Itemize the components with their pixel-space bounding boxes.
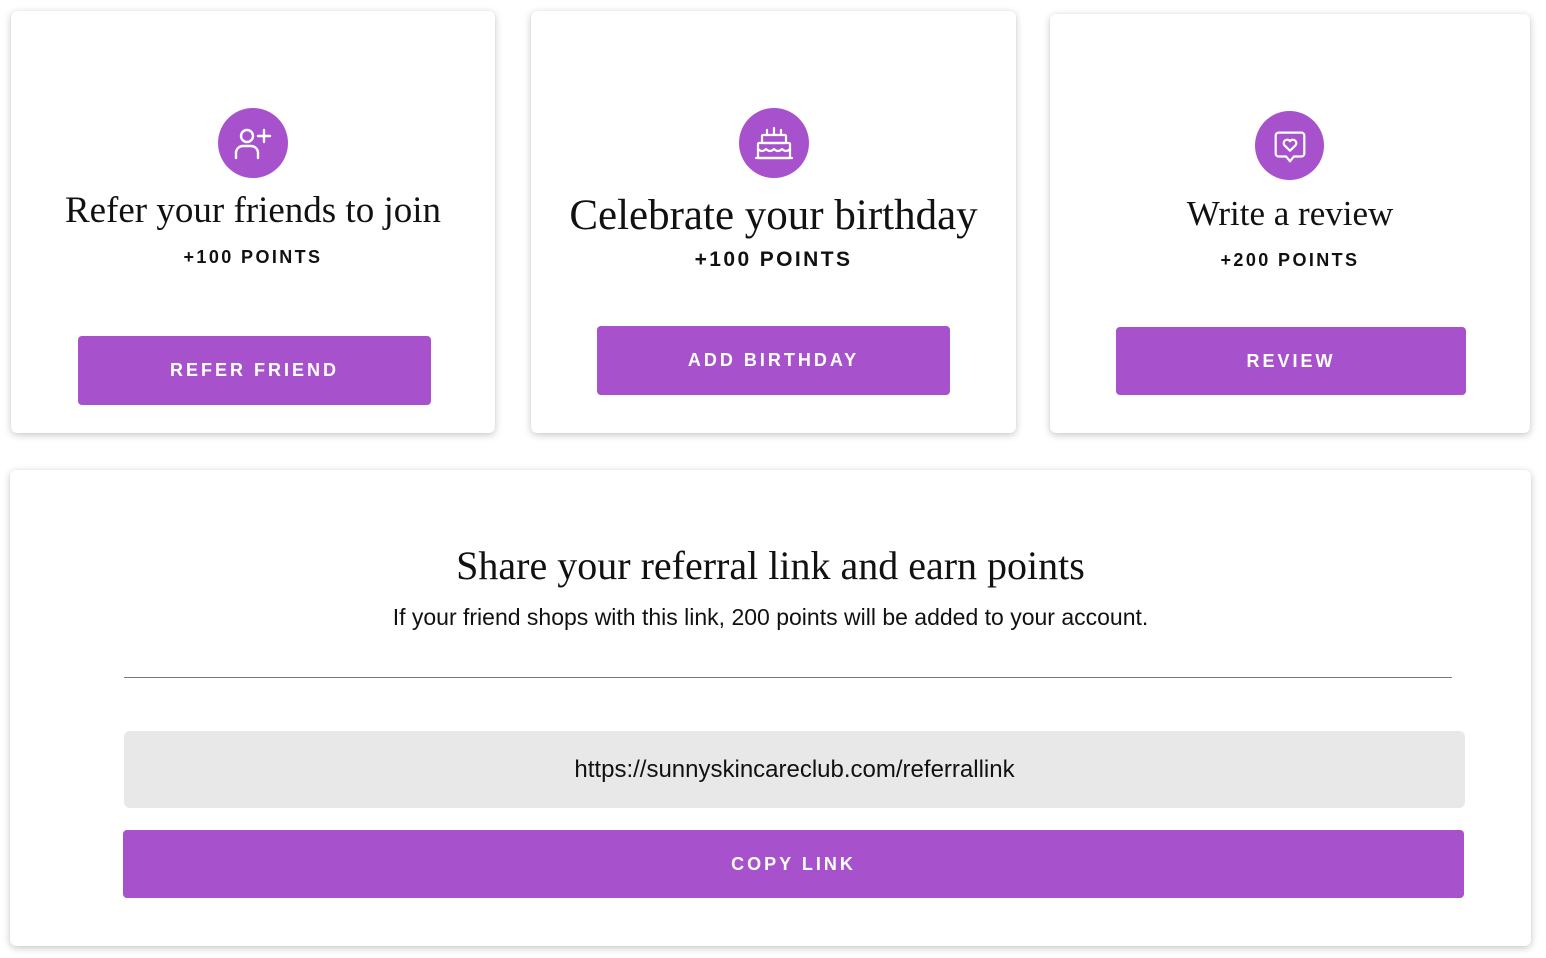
referral-link-field[interactable] (124, 731, 1465, 808)
review-heart-icon (1255, 111, 1324, 180)
card-points: +100 POINTS (694, 248, 853, 271)
review-button[interactable]: REVIEW (1116, 327, 1466, 395)
share-title: Share your referral link and earn points (456, 543, 1085, 588)
refer-friends-card: Refer your friends to join +100 POINTS R… (11, 11, 495, 433)
share-subtitle: If your friend shops with this link, 200… (392, 604, 1149, 630)
card-points: +100 POINTS (183, 247, 323, 267)
card-title: Write a review (1186, 194, 1394, 233)
divider (124, 677, 1452, 678)
refer-friend-button[interactable]: REFER FRIEND (78, 336, 431, 405)
birthday-card: Celebrate your birthday +100 POINTS ADD … (531, 11, 1016, 433)
card-title: Refer your friends to join (64, 190, 442, 231)
copy-link-button[interactable]: COPY LINK (123, 830, 1464, 898)
referral-share-panel: Share your referral link and earn points… (10, 470, 1531, 946)
review-card: Write a review +200 POINTS REVIEW (1050, 14, 1530, 433)
card-title: Celebrate your birthday (569, 192, 978, 239)
add-birthday-button[interactable]: ADD BIRTHDAY (597, 326, 950, 395)
card-points: +200 POINTS (1220, 250, 1360, 270)
add-user-icon (218, 108, 288, 178)
birthday-cake-icon (739, 108, 809, 178)
